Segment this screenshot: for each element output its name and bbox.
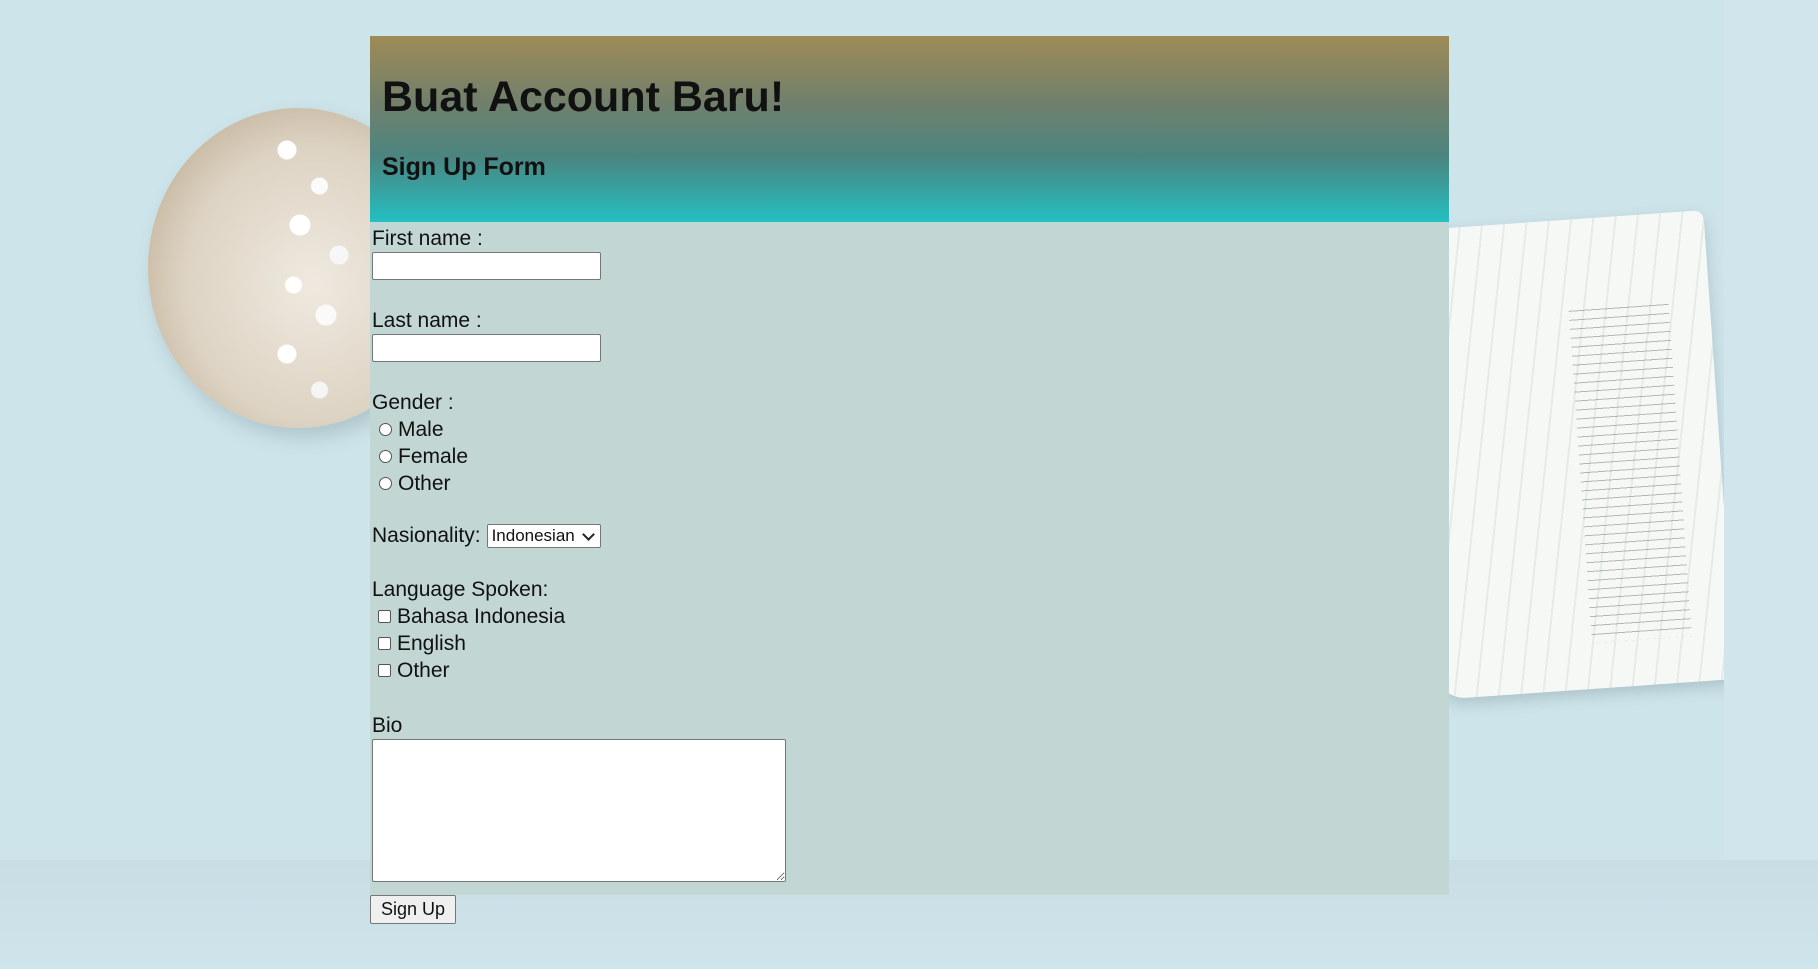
page-title: Buat Account Baru! <box>382 73 785 121</box>
gender-label: Gender : <box>372 391 454 414</box>
english-label: English <box>397 631 466 655</box>
male-label: Male <box>398 417 444 441</box>
first-name-label: First name : <box>372 227 483 250</box>
first-name-input[interactable] <box>372 252 601 280</box>
female-label: Female <box>398 444 469 468</box>
chevron-down-icon <box>581 527 595 541</box>
nationality-selected-value: Indonesian <box>491 526 575 545</box>
gender-option-male[interactable]: Male <box>372 416 1449 443</box>
english-checkbox[interactable] <box>378 637 391 650</box>
bahasa-label: Bahasa Indonesia <box>397 604 566 628</box>
last-name-input[interactable] <box>372 334 601 362</box>
language-option-other[interactable]: Other <box>372 657 1449 684</box>
female-radio[interactable] <box>379 450 392 463</box>
male-radio[interactable] <box>379 423 392 436</box>
bio-textarea[interactable] <box>372 739 786 882</box>
language-option-english[interactable]: English <box>372 630 1449 657</box>
background-edge-right <box>1724 0 1818 860</box>
gender-option-other[interactable]: Other <box>372 470 1449 497</box>
other-language-label: Other <box>397 658 450 682</box>
sign-up-button[interactable]: Sign Up <box>370 895 457 924</box>
other-language-checkbox[interactable] <box>378 664 391 677</box>
flowers-decoration <box>248 120 378 420</box>
bio-label: Bio <box>372 714 403 737</box>
language-label: Language Spoken: <box>372 578 549 601</box>
nationality-select[interactable]: Indonesian <box>486 524 601 548</box>
nationality-row: Nasionality: Indonesian <box>372 521 1449 551</box>
form-subtitle: Sign Up Form <box>382 153 546 181</box>
other-gender-radio[interactable] <box>379 477 392 490</box>
bahasa-checkbox[interactable] <box>378 610 391 623</box>
last-name-label: Last name : <box>372 309 482 332</box>
other-gender-label: Other <box>398 471 451 495</box>
language-option-bahasa[interactable]: Bahasa Indonesia <box>372 603 1449 630</box>
signup-form: First name : Last name : Gender : Male F… <box>370 222 1449 895</box>
signup-container: Buat Account Baru! Sign Up Form First na… <box>370 36 1449 895</box>
nationality-label: Nasionality: <box>372 524 481 547</box>
form-header: Buat Account Baru! Sign Up Form <box>370 36 1449 222</box>
gender-option-female[interactable]: Female <box>372 443 1449 470</box>
